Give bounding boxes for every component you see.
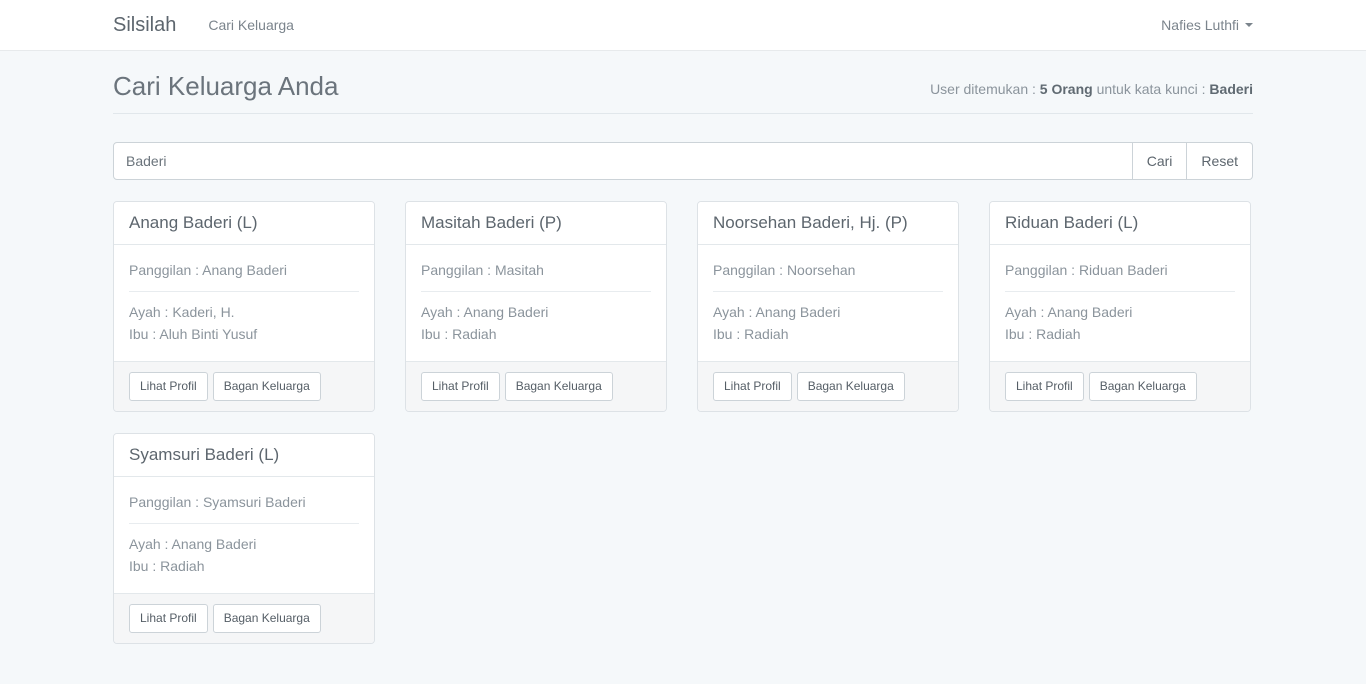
bagan-keluarga-button[interactable]: Bagan Keluarga (213, 604, 321, 633)
search-input[interactable] (113, 142, 1133, 180)
divider (129, 291, 359, 292)
nav-item-cari-keluarga[interactable]: Cari Keluarga (208, 17, 294, 33)
lihat-profil-button[interactable]: Lihat Profil (713, 372, 792, 401)
divider (713, 291, 943, 292)
person-card: Riduan Baderi (L) Panggilan : Riduan Bad… (989, 201, 1251, 412)
person-card: Anang Baderi (L) Panggilan : Anang Bader… (113, 201, 375, 412)
person-name: Riduan Baderi (L) (1005, 212, 1235, 234)
person-card: Masitah Baderi (P) Panggilan : Masitah A… (405, 201, 667, 412)
cari-button[interactable]: Cari (1133, 142, 1188, 180)
person-card: Noorsehan Baderi, Hj. (P) Panggilan : No… (697, 201, 959, 412)
person-ayah: Ayah : Anang Baderi (421, 302, 651, 324)
divider (421, 291, 651, 292)
person-name: Syamsuri Baderi (L) (129, 444, 359, 466)
person-name: Masitah Baderi (P) (421, 212, 651, 234)
lihat-profil-button[interactable]: Lihat Profil (1005, 372, 1084, 401)
result-keyword: Baderi (1209, 81, 1253, 97)
divider (129, 523, 359, 524)
person-ibu: Ibu : Radiah (713, 324, 943, 346)
user-dropdown-label: Nafies Luthfi (1161, 17, 1239, 33)
divider (1005, 291, 1235, 292)
navbar: Silsilah Cari Keluarga Nafies Luthfi (0, 0, 1366, 51)
bagan-keluarga-button[interactable]: Bagan Keluarga (1089, 372, 1197, 401)
lihat-profil-button[interactable]: Lihat Profil (129, 372, 208, 401)
page-header: Cari Keluarga Anda User ditemukan : 5 Or… (113, 72, 1253, 114)
person-panggilan: Panggilan : Riduan Baderi (1005, 260, 1235, 282)
search-result-summary: User ditemukan : 5 Orang untuk kata kunc… (930, 81, 1253, 101)
user-dropdown[interactable]: Nafies Luthfi (1161, 17, 1253, 33)
result-middle: untuk kata kunci : (1093, 81, 1210, 97)
person-name: Anang Baderi (L) (129, 212, 359, 234)
reset-button[interactable]: Reset (1187, 142, 1253, 180)
person-ibu: Ibu : Radiah (129, 556, 359, 578)
bagan-keluarga-button[interactable]: Bagan Keluarga (213, 372, 321, 401)
lihat-profil-button[interactable]: Lihat Profil (421, 372, 500, 401)
person-ayah: Ayah : Kaderi, H. (129, 302, 359, 324)
result-count: 5 Orang (1040, 81, 1093, 97)
brand-silsilah[interactable]: Silsilah (113, 14, 176, 37)
bagan-keluarga-button[interactable]: Bagan Keluarga (797, 372, 905, 401)
person-ayah: Ayah : Anang Baderi (713, 302, 943, 324)
person-ibu: Ibu : Aluh Binti Yusuf (129, 324, 359, 346)
lihat-profil-button[interactable]: Lihat Profil (129, 604, 208, 633)
person-panggilan: Panggilan : Masitah (421, 260, 651, 282)
person-panggilan: Panggilan : Anang Baderi (129, 260, 359, 282)
results-grid: Anang Baderi (L) Panggilan : Anang Bader… (113, 201, 1253, 684)
person-ayah: Ayah : Anang Baderi (129, 534, 359, 556)
page-title: Cari Keluarga Anda (113, 72, 338, 101)
person-card: Syamsuri Baderi (L) Panggilan : Syamsuri… (113, 433, 375, 644)
person-panggilan: Panggilan : Noorsehan (713, 260, 943, 282)
main-content: Cari Keluarga Anda User ditemukan : 5 Or… (113, 72, 1253, 684)
caret-down-icon (1245, 23, 1253, 27)
bagan-keluarga-button[interactable]: Bagan Keluarga (505, 372, 613, 401)
search-bar: Cari Reset (113, 142, 1253, 180)
person-ibu: Ibu : Radiah (1005, 324, 1235, 346)
person-ibu: Ibu : Radiah (421, 324, 651, 346)
person-ayah: Ayah : Anang Baderi (1005, 302, 1235, 324)
person-name: Noorsehan Baderi, Hj. (P) (713, 212, 943, 234)
result-prefix: User ditemukan : (930, 81, 1040, 97)
person-panggilan: Panggilan : Syamsuri Baderi (129, 492, 359, 514)
